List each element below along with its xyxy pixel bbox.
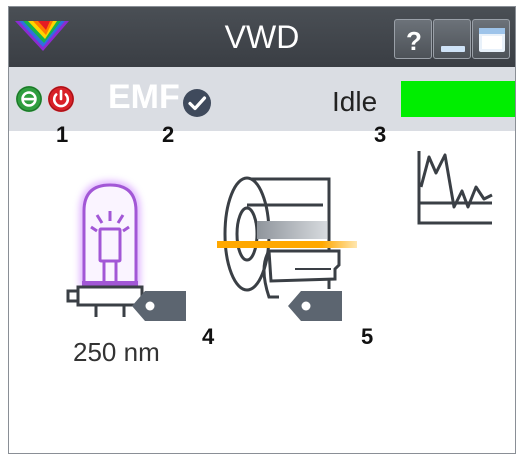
help-icon: ? xyxy=(406,26,422,56)
maximize-icon xyxy=(479,28,505,52)
callout-2: 2 xyxy=(162,122,175,147)
signal-plot-icon[interactable] xyxy=(412,147,496,229)
tag-icon[interactable] xyxy=(130,289,188,323)
callout-3: 3 xyxy=(374,122,387,147)
status-text: Idle xyxy=(332,86,378,117)
maximize-button[interactable] xyxy=(472,19,510,59)
title-bar: VWD ? xyxy=(9,7,515,67)
tag-icon[interactable] xyxy=(286,289,344,323)
help-button[interactable]: ? xyxy=(394,19,432,59)
power-off-icon[interactable] xyxy=(47,85,75,113)
status-indicator-bar xyxy=(401,81,515,117)
vwd-module-window: VWD ? EMF Idle 1 2 3 4 5 250 nm xyxy=(8,6,516,454)
emf-label: EMF xyxy=(108,78,180,116)
minimize-button[interactable] xyxy=(433,19,471,59)
agilent-spark-logo-icon xyxy=(15,21,69,51)
svg-text:?: ? xyxy=(406,26,422,56)
callout-4: 4 xyxy=(202,324,215,349)
power-on-icon[interactable] xyxy=(15,85,43,113)
callout-1: 1 xyxy=(56,122,69,147)
wavelength-value: 250 nm xyxy=(73,337,160,367)
callout-5: 5 xyxy=(361,324,374,349)
check-circle-icon xyxy=(183,89,211,117)
minimize-icon xyxy=(441,46,465,52)
